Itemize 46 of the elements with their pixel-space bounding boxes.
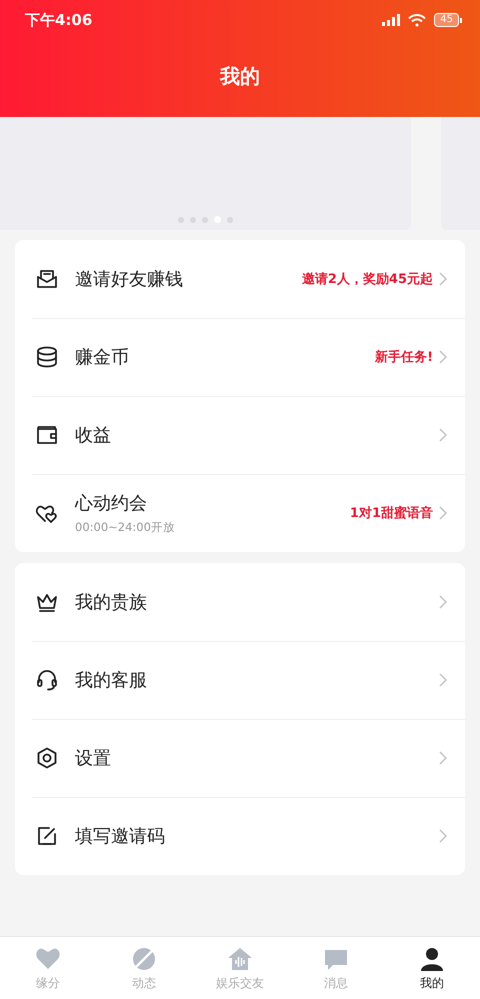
menu-label: 设置 [75, 747, 111, 770]
chat-bubble-icon [325, 950, 347, 970]
menu-item[interactable]: 收益 [15, 396, 465, 474]
hexagon-gear-icon [35, 746, 59, 770]
menu-item[interactable]: 赚金币 新手任务! [15, 318, 465, 396]
heart-icon [36, 948, 60, 968]
chevron-icon [439, 751, 447, 765]
signal-icon [382, 14, 400, 26]
chevron-icon [439, 350, 447, 364]
menu-note: 新手任务! [375, 348, 433, 366]
headset-icon [35, 668, 59, 692]
chevron-icon [439, 595, 447, 609]
coin-stack-icon [35, 345, 59, 369]
menu-label: 心动约会 [75, 492, 148, 515]
battery-icon: 45 [434, 13, 462, 27]
tab-item[interactable]: 我的 [384, 937, 480, 999]
edit-note-icon [35, 824, 59, 848]
chevron-icon [439, 829, 447, 843]
menu-label: 填写邀请码 [75, 825, 165, 848]
menu-item[interactable]: 心动约会 00:00~24:00开放 1对1甜蜜语音 [15, 474, 465, 552]
menu-note: 邀请2人，奖励45元起 [302, 271, 433, 288]
chevron-icon [439, 673, 447, 687]
banner-card[interactable] [440, 117, 480, 230]
menu-label: 收益 [75, 424, 111, 447]
menu-item[interactable]: 填写邀请码 [15, 797, 465, 875]
menu-label: 邀请好友赚钱 [75, 268, 183, 291]
status-time: 下午4:06 [25, 10, 92, 30]
person-icon [421, 948, 443, 970]
menu-note: 1对1甜蜜语音 [350, 504, 433, 522]
wifi-icon [408, 14, 426, 26]
menu-item[interactable]: 我的客服 [15, 641, 465, 719]
page-title: 我的 [220, 63, 260, 90]
chevron-icon [439, 428, 447, 442]
menu-label: 我的客服 [75, 669, 147, 692]
banner-card[interactable] [0, 117, 411, 230]
menu-item[interactable]: 我的贵族 [15, 563, 465, 641]
envelope-icon [35, 267, 59, 291]
house-icon [228, 948, 252, 970]
menu-item[interactable]: 邀请好友赚钱 邀请2人，奖励45元起 [15, 240, 465, 318]
menu-label: 我的贵族 [75, 591, 147, 614]
chevron-icon [439, 506, 447, 520]
menu-item[interactable]: 设置 [15, 719, 465, 797]
wallet-icon [35, 423, 59, 447]
menu-subtitle: 00:00~24:00开放 [75, 520, 175, 535]
menu-label: 赚金币 [75, 346, 129, 369]
chevron-icon [439, 272, 447, 286]
